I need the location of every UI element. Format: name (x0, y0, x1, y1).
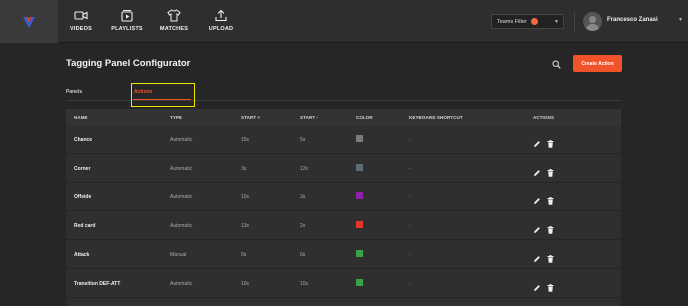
delete-icon[interactable] (547, 221, 554, 234)
action-start-plus: 13s (241, 223, 250, 230)
delete-icon[interactable] (547, 279, 554, 292)
color-swatch (356, 135, 363, 142)
keyboard-shortcut: - (409, 137, 411, 143)
table-row[interactable]: Offside Automatic 10s 3s - (66, 183, 621, 212)
app-logo-icon (23, 16, 35, 28)
action-start-plus: 15s (241, 137, 250, 143)
user-menu-chevron-icon[interactable]: ▼ (678, 17, 683, 23)
col-header-start-plus: START + (241, 115, 261, 120)
delete-icon[interactable] (547, 250, 554, 263)
action-name: Chance (74, 137, 93, 143)
col-header-type: TYPE (170, 115, 183, 120)
tab-highlight-box (131, 83, 195, 107)
color-swatch (356, 249, 363, 257)
delete-icon[interactable] (547, 192, 554, 206)
jersey-icon (167, 9, 181, 22)
action-name: Corner (74, 165, 91, 172)
edit-icon[interactable] (533, 135, 541, 147)
nav-matches[interactable]: MATCHES (152, 9, 196, 32)
table-row[interactable]: Red card Automatic 13s 2s - (66, 212, 621, 241)
edit-icon[interactable] (533, 250, 541, 262)
nav-upload[interactable]: UPLOAD (199, 9, 243, 32)
keyboard-shortcut: - (409, 223, 411, 230)
playlist-icon (121, 10, 133, 22)
nav-matches-label: MATCHES (159, 26, 189, 32)
action-name: Offside (74, 194, 92, 201)
col-header-start-minus: START - (300, 115, 319, 120)
action-start-minus: 5s (300, 137, 306, 143)
table-row[interactable]: Attack Manual 0s 0s - (66, 241, 621, 269)
action-start-plus: 10s (241, 280, 250, 287)
nav-videos-label: VIDEOS (70, 26, 92, 32)
divider (574, 11, 575, 33)
action-type: Automatic (170, 223, 193, 230)
action-type: Automatic (170, 137, 193, 143)
keyboard-shortcut: - (409, 251, 411, 258)
teams-filter-badge-icon (530, 18, 538, 25)
nav-upload-label: UPLOAD (208, 26, 234, 32)
avatar[interactable] (583, 12, 602, 31)
action-start-minus: 12s (300, 165, 309, 172)
col-header-color: COLOR (356, 115, 373, 120)
color-swatch (356, 221, 363, 229)
action-type: Manual (170, 251, 187, 258)
color-swatch (356, 163, 363, 171)
action-type: Automatic (170, 194, 193, 201)
action-start-plus: 3s (241, 165, 247, 172)
top-bar: VIDEOS PLAYLISTS MATCHES UPLOAD Teams Fi… (0, 0, 688, 43)
search-icon[interactable] (552, 60, 561, 69)
action-start-plus: 10s (241, 194, 250, 201)
action-type: Automatic (170, 280, 193, 287)
color-swatch (356, 278, 363, 286)
col-header-name: NAME (74, 115, 88, 120)
col-header-actions: ACTIONS (533, 115, 554, 120)
edit-icon[interactable] (533, 192, 541, 205)
color-swatch (356, 192, 363, 200)
nav-playlists[interactable]: PLAYLISTS (105, 9, 149, 32)
keyboard-shortcut: - (409, 194, 411, 201)
col-header-keyboard-shortcut: KEYBOARD SHORTCUT (409, 115, 463, 120)
edit-icon[interactable] (533, 221, 541, 234)
action-type: Automatic (170, 165, 193, 172)
teams-filter-label: Teams Filter (497, 18, 527, 25)
action-start-minus: 10s (300, 280, 309, 287)
action-name: Transition DEF-ATT (74, 280, 121, 287)
action-start-minus: 2s (300, 223, 306, 230)
app-logo[interactable] (0, 0, 58, 43)
teams-filter-dropdown[interactable]: Teams Filter ▼ (491, 14, 564, 29)
table-header: NAME TYPE START + START - COLOR KEYBOARD… (66, 109, 621, 126)
nav-playlists-label: PLAYLISTS (111, 26, 143, 32)
table-row[interactable]: Corner Automatic 3s 12s - (66, 155, 621, 183)
keyboard-shortcut: - (409, 280, 411, 287)
keyboard-shortcut: - (409, 165, 411, 172)
user-name[interactable]: Francesco Zanasi (607, 17, 658, 23)
action-start-minus: 0s (300, 251, 306, 258)
nav-videos[interactable]: VIDEOS (59, 9, 103, 32)
delete-icon[interactable] (547, 164, 554, 177)
action-start-plus: 0s (241, 251, 247, 258)
create-action-button[interactable]: Create Action (573, 55, 622, 72)
tab-panels[interactable]: Panels (66, 89, 82, 95)
delete-icon[interactable] (547, 135, 554, 148)
video-camera-icon (74, 11, 88, 20)
chevron-down-icon: ▼ (554, 19, 559, 25)
page-title: Tagging Panel Configurator (66, 58, 191, 69)
table-row[interactable]: Transition DEF-ATT Automatic 10s 10s - (66, 270, 621, 298)
upload-icon (215, 9, 227, 22)
actions-table: NAME TYPE START + START - COLOR KEYBOARD… (66, 109, 621, 306)
table-row[interactable]: Chance Automatic 15s 5s - (66, 126, 621, 154)
edit-icon[interactable] (533, 164, 541, 176)
action-name: Red card (74, 223, 96, 230)
edit-icon[interactable] (533, 279, 541, 291)
action-start-minus: 3s (300, 194, 306, 201)
action-name: Attack (74, 251, 90, 258)
